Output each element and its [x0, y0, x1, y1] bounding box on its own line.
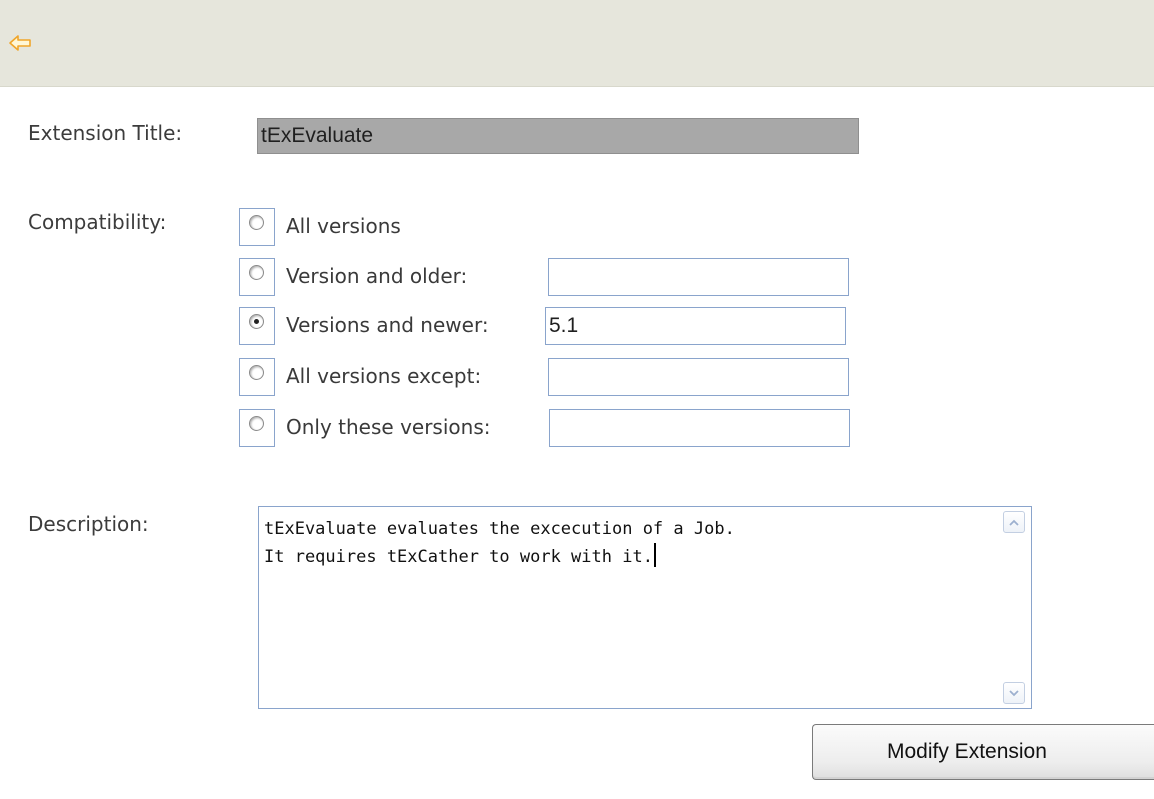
compatibility-label: Compatibility: — [28, 210, 167, 234]
back-button[interactable] — [6, 30, 34, 56]
radio-button[interactable] — [239, 409, 275, 447]
radio-circle-icon — [249, 416, 264, 431]
radio-circle-icon — [249, 365, 264, 380]
version-and-older-field[interactable] — [548, 258, 849, 296]
radio-selected-dot-icon — [254, 319, 259, 324]
radio-button[interactable] — [239, 208, 275, 246]
description-scrollbar[interactable] — [1001, 511, 1027, 704]
description-line-1: tExEvaluate evaluates the excecution of … — [264, 519, 735, 539]
description-label: Description: — [28, 512, 149, 536]
all-versions-except-field[interactable] — [548, 358, 849, 396]
radio-label[interactable]: All versions — [286, 214, 401, 238]
description-text[interactable]: tExEvaluate evaluates the excecution of … — [264, 515, 735, 571]
versions-and-newer-field[interactable] — [545, 307, 846, 345]
radio-label[interactable]: Versions and newer: — [286, 313, 489, 337]
description-textarea[interactable]: tExEvaluate evaluates the excecution of … — [258, 506, 1032, 709]
radio-button[interactable] — [239, 358, 275, 396]
extension-form-page: Extension Title: Compatibility: All vers… — [0, 0, 1154, 799]
description-line-2: It requires tExCather to work with it. — [264, 547, 653, 567]
scroll-down-button[interactable] — [1003, 682, 1025, 704]
text-caret — [653, 543, 656, 567]
radio-label[interactable]: Only these versions: — [286, 415, 490, 439]
only-these-versions-field[interactable] — [549, 409, 850, 447]
radio-circle-icon — [249, 215, 264, 230]
scroll-up-button[interactable] — [1003, 511, 1025, 533]
radio-label[interactable]: All versions except: — [286, 364, 481, 388]
extension-title-label: Extension Title: — [28, 121, 183, 145]
radio-button[interactable] — [239, 258, 275, 296]
radio-button[interactable] — [239, 307, 275, 345]
chevron-up-icon — [1009, 519, 1019, 526]
modify-extension-button[interactable]: Modify Extension — [812, 724, 1154, 780]
back-arrow-icon — [9, 35, 31, 51]
extension-title-field[interactable] — [257, 118, 859, 154]
toolbar — [0, 0, 1154, 87]
radio-label[interactable]: Version and older: — [286, 264, 467, 288]
chevron-down-icon — [1009, 689, 1019, 696]
radio-circle-icon — [249, 265, 264, 280]
radio-circle-icon — [249, 314, 264, 329]
